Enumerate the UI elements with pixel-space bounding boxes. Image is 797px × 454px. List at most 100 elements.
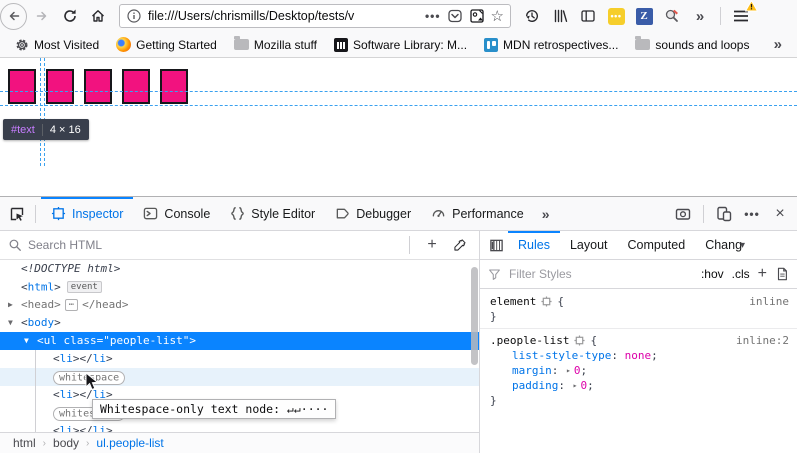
- tab-console[interactable]: Console: [133, 197, 220, 230]
- reload-button[interactable]: [57, 3, 83, 29]
- property-value[interactable]: none: [625, 349, 652, 362]
- highlighter-guide-top: [0, 91, 797, 92]
- site-info-icon[interactable]: [126, 8, 142, 24]
- breadcrumb: html › body › ul.people-list: [0, 432, 479, 453]
- devtools-menu-button[interactable]: •••: [739, 201, 765, 227]
- bookmarks-overflow-button[interactable]: »: [769, 34, 787, 55]
- breadcrumb-item-ul[interactable]: ul.people-list: [91, 436, 168, 450]
- markup-row[interactable]: <html>event: [0, 278, 479, 296]
- url-fade: [388, 6, 424, 28]
- screenshot-ext-icon[interactable]: [469, 8, 485, 24]
- sidebar-button[interactable]: [575, 3, 601, 29]
- trello-icon: [484, 38, 498, 52]
- rule-location[interactable]: inline:2: [736, 333, 789, 348]
- bookmark-mdn-retrospectives[interactable]: MDN retrospectives...: [479, 36, 623, 54]
- markup-row[interactable]: <li></li>: [0, 350, 479, 368]
- screenshot-button[interactable]: [670, 201, 696, 227]
- pocket-icon[interactable]: [447, 8, 463, 24]
- home-button[interactable]: [85, 3, 111, 29]
- tab-debugger[interactable]: Debugger: [325, 197, 421, 230]
- library-button[interactable]: [547, 3, 573, 29]
- markup-token-tag: li: [93, 352, 106, 365]
- sidebar-tab-rules[interactable]: Rules: [508, 231, 560, 259]
- tab-performance[interactable]: Performance: [421, 197, 534, 230]
- back-button[interactable]: [0, 3, 27, 30]
- expand-icon[interactable]: ▸: [566, 366, 571, 375]
- page-actions-icon[interactable]: •••: [425, 9, 441, 23]
- pseudo-class-button[interactable]: :hov: [701, 267, 724, 281]
- bookmark-software-library[interactable]: Software Library: M...: [329, 36, 472, 54]
- open-brace: {: [590, 333, 597, 348]
- css-declaration[interactable]: padding: ▸0;: [490, 378, 789, 393]
- menu-button[interactable]: [728, 3, 754, 29]
- tab-style-editor[interactable]: Style Editor: [220, 197, 325, 230]
- property-name[interactable]: padding: [512, 379, 558, 392]
- pick-element-button[interactable]: [4, 201, 30, 227]
- sidebar-toggle-button[interactable]: [484, 232, 508, 258]
- twisty-icon[interactable]: ▶: [8, 296, 21, 314]
- toolbar-overflow-button[interactable]: »: [687, 3, 713, 29]
- rule-location[interactable]: inline: [749, 294, 789, 309]
- rule-separator: [480, 328, 797, 329]
- bookmark-most-visited[interactable]: Most Visited: [10, 36, 104, 54]
- highlight-target-icon[interactable]: [574, 335, 585, 346]
- css-declaration[interactable]: list-style-type: none;: [490, 348, 789, 363]
- zotero-button[interactable]: Z: [631, 3, 657, 29]
- sidebar-tab-layout[interactable]: Layout: [560, 231, 618, 259]
- devtools-more-tabs-button[interactable]: »: [534, 197, 558, 230]
- screenshot-tool-button[interactable]: [659, 3, 685, 29]
- caret-down-icon: ▾: [740, 240, 745, 251]
- print-media-icon[interactable]: [775, 267, 789, 281]
- property-name[interactable]: margin: [512, 364, 552, 377]
- css-declaration[interactable]: margin: ▸0;: [490, 363, 789, 378]
- class-toggle-button[interactable]: .cls: [732, 267, 750, 281]
- markup-row[interactable]: <li></li>: [0, 422, 479, 432]
- search-placeholder[interactable]: Search HTML: [28, 238, 398, 252]
- breadcrumb-item-html[interactable]: html: [8, 436, 41, 450]
- filter-placeholder[interactable]: Filter Styles: [509, 267, 693, 281]
- extension-yellow-button[interactable]: •••: [603, 3, 629, 29]
- forward-button[interactable]: [29, 3, 55, 29]
- url-bar[interactable]: file:///Users/chrismills/Desktop/tests/v…: [119, 4, 511, 28]
- twisty-icon[interactable]: ▼: [24, 332, 37, 350]
- nav-toolbar: file:///Users/chrismills/Desktop/tests/v…: [0, 0, 797, 32]
- bookmark-star-icon[interactable]: ☆: [491, 9, 504, 24]
- markup-row[interactable]: ▼<body>: [0, 314, 479, 332]
- expand-icon[interactable]: ▸: [573, 381, 578, 390]
- markup-row[interactable]: whitespace: [0, 368, 479, 386]
- sidebar-tab-computed[interactable]: Computed: [618, 231, 696, 259]
- tab-label: Inspector: [72, 207, 123, 221]
- property-name[interactable]: list-style-type: [512, 349, 611, 362]
- html-search-bar[interactable]: Search HTML +: [0, 231, 479, 260]
- bookmark-label: Mozilla stuff: [254, 38, 317, 52]
- markup-token-brk: ></: [73, 424, 93, 432]
- bookmark-sounds-and-loops[interactable]: sounds and loops: [630, 36, 754, 54]
- filter-styles-bar[interactable]: Filter Styles :hov .cls +: [480, 260, 797, 289]
- eyedropper-button[interactable]: [449, 232, 471, 258]
- twisty-icon[interactable]: ▼: [8, 314, 21, 332]
- add-node-button[interactable]: +: [421, 232, 443, 258]
- highlight-target-icon[interactable]: [541, 296, 552, 307]
- markup-row[interactable]: ▶<head>⋯</head>: [0, 296, 479, 314]
- bookmark-getting-started[interactable]: Getting Started: [111, 35, 222, 54]
- markup-token-brk: >: [54, 281, 61, 294]
- sidebar-tab-changes[interactable]: Chang: [695, 231, 746, 259]
- breadcrumb-item-body[interactable]: body: [48, 436, 84, 450]
- tab-label: Style Editor: [251, 207, 315, 221]
- rule-selector[interactable]: .people-list: [490, 333, 569, 348]
- folder-icon: [234, 39, 249, 50]
- history-button[interactable]: [519, 3, 545, 29]
- tab-inspector[interactable]: Inspector: [41, 197, 133, 230]
- add-rule-button[interactable]: +: [758, 265, 767, 283]
- devtools-close-button[interactable]: ×: [767, 201, 793, 227]
- sidebar-tabs-dropdown[interactable]: ▾: [740, 231, 747, 259]
- markup-row[interactable]: <!DOCTYPE html>: [0, 260, 479, 278]
- rule-selector[interactable]: element: [490, 294, 536, 309]
- page-viewport: #text 4 × 16: [0, 58, 797, 196]
- url-text[interactable]: file:///Users/chrismills/Desktop/tests/v: [148, 9, 419, 23]
- bookmark-mozilla-stuff[interactable]: Mozilla stuff: [229, 36, 322, 54]
- markup-row[interactable]: ▼<ul class="people-list">: [0, 332, 479, 350]
- responsive-mode-button[interactable]: [711, 201, 737, 227]
- library-icon: [552, 8, 568, 24]
- markup-scrollbar-thumb[interactable]: [471, 267, 478, 365]
